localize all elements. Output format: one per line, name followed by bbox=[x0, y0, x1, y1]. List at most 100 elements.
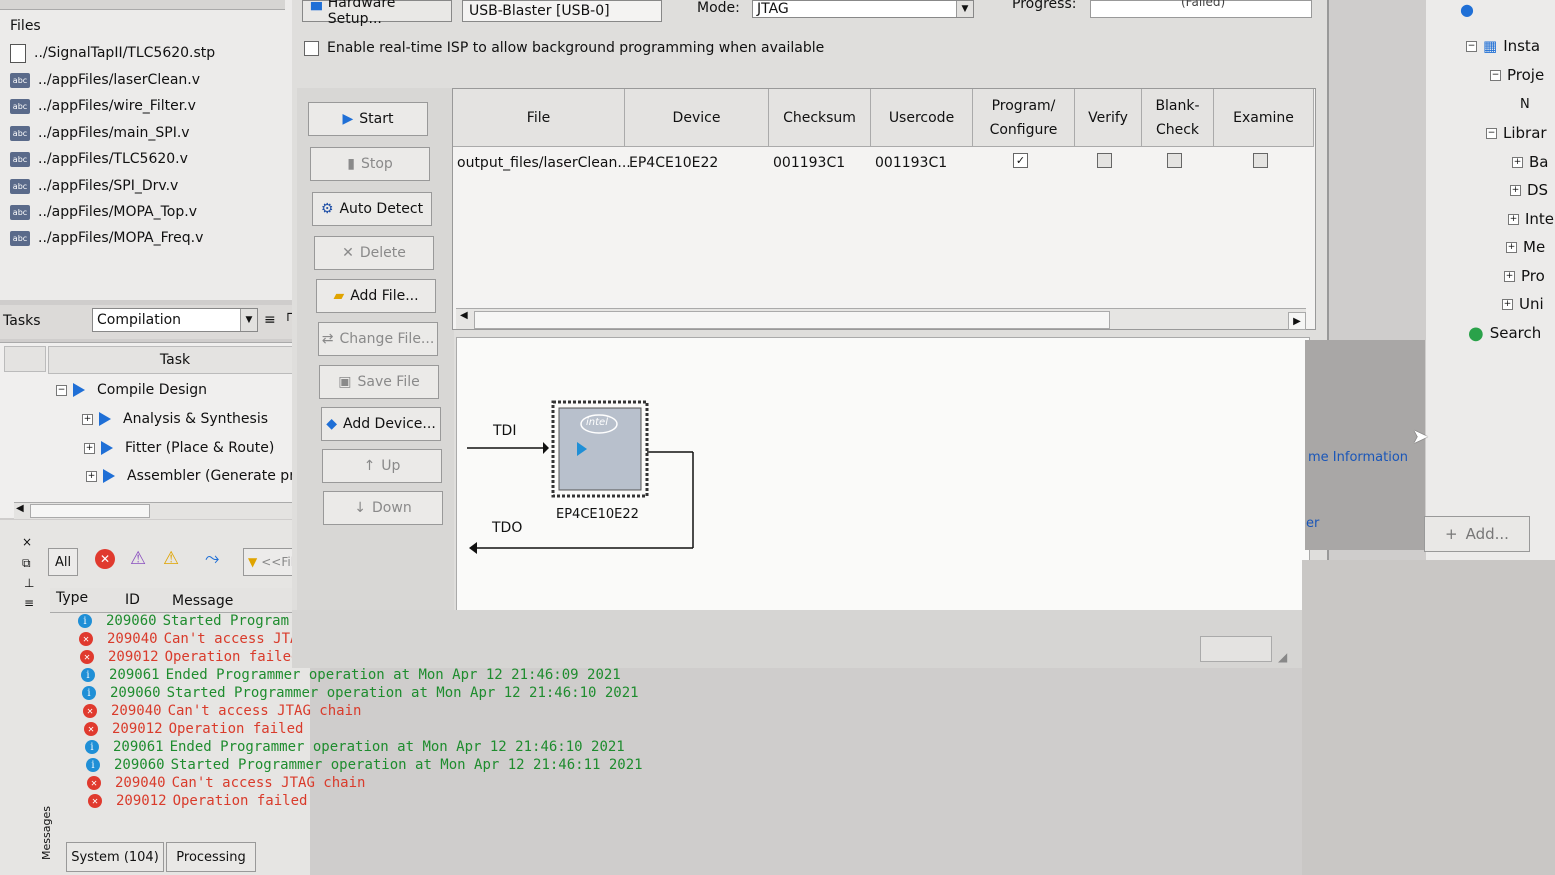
device-column-header[interactable]: Device bbox=[625, 89, 769, 147]
add-ip-button[interactable]: + Add... bbox=[1424, 516, 1530, 552]
collapse-icon[interactable]: − bbox=[56, 384, 67, 396]
message-line[interactable]: ✕ 209012 Operation failed bbox=[84, 720, 748, 738]
tree-item-dsp[interactable]: + DS bbox=[1510, 177, 1548, 203]
isp-checkbox[interactable] bbox=[304, 40, 319, 56]
tree-item-memory[interactable]: + Me bbox=[1506, 234, 1545, 260]
task-column-header[interactable]: Task bbox=[48, 346, 302, 374]
expand-icon[interactable]: + bbox=[1502, 298, 1513, 310]
tab-processing[interactable]: Processing bbox=[166, 842, 256, 872]
tree-item-library[interactable]: − Librar bbox=[1486, 120, 1547, 146]
secondary-link[interactable]: er bbox=[1306, 516, 1319, 531]
isp-option[interactable]: Enable real-time ISP to allow background… bbox=[304, 40, 824, 56]
expand-icon[interactable]: + bbox=[1506, 241, 1517, 253]
save-file-button[interactable]: ▣ Save File bbox=[319, 365, 439, 399]
type-column-header[interactable]: Type bbox=[56, 590, 88, 606]
pin-icon[interactable]: ⊥ bbox=[24, 576, 34, 590]
scroll-left-icon[interactable]: ◀ bbox=[16, 503, 24, 514]
start-button[interactable]: ▶ Start bbox=[308, 102, 428, 136]
file-item[interactable]: abc ../appFiles/laserClean.v bbox=[10, 67, 200, 93]
expand-icon[interactable]: + bbox=[1504, 270, 1515, 282]
play-icon[interactable] bbox=[103, 469, 115, 483]
file-column-header[interactable]: File bbox=[453, 89, 625, 147]
file-item[interactable]: abc ../appFiles/main_SPI.v bbox=[10, 120, 190, 146]
expand-icon[interactable]: + bbox=[1510, 184, 1521, 196]
expand-icon[interactable]: + bbox=[84, 442, 95, 454]
list-menu-icon[interactable]: ≡ bbox=[24, 596, 34, 610]
chevron-down-icon[interactable]: ▼ bbox=[956, 1, 973, 17]
tree-item-installed[interactable]: − ▦ Insta bbox=[1466, 33, 1540, 59]
message-line[interactable]: i 209061 Ended Programmer operation at Mon… bbox=[81, 666, 748, 684]
expand-icon[interactable]: + bbox=[1512, 156, 1523, 168]
message-line[interactable]: i 209060 Started Programmer operation at M… bbox=[86, 756, 748, 774]
filter-all-button[interactable]: All bbox=[48, 548, 78, 576]
add-file-button[interactable]: ▰ Add File... bbox=[316, 279, 436, 313]
row-usercode[interactable]: 001193C1 bbox=[875, 155, 947, 171]
play-icon[interactable] bbox=[99, 412, 111, 426]
message-line[interactable]: ✕ 209040 Can't access JTAG chain bbox=[83, 702, 748, 720]
task-row-assembler[interactable]: + Assembler (Generate progra bbox=[86, 462, 326, 490]
message-line[interactable]: ✕ 209012 Operation failed bbox=[88, 792, 748, 810]
tree-item-university[interactable]: + Uni bbox=[1502, 291, 1544, 317]
scroll-left-icon[interactable]: ◀ bbox=[460, 310, 468, 321]
verify-checkbox[interactable] bbox=[1097, 153, 1112, 168]
down-button[interactable]: ↓ Down bbox=[323, 491, 443, 525]
change-file-button[interactable]: ⇄ Change File... bbox=[318, 322, 438, 356]
delete-button[interactable]: ✕ Delete bbox=[314, 236, 434, 270]
information-link[interactable]: me Information bbox=[1308, 450, 1408, 465]
expand-icon[interactable]: + bbox=[1508, 213, 1519, 225]
program-configure-column-header[interactable]: Program/ Configure bbox=[973, 89, 1075, 147]
tree-item-none[interactable]: N bbox=[1520, 91, 1530, 117]
file-item[interactable]: abc ../appFiles/MOPA_Freq.v bbox=[10, 225, 203, 251]
file-item[interactable]: abc ../appFiles/MOPA_Top.v bbox=[10, 199, 197, 225]
row-file[interactable]: output_files/laserClean... bbox=[457, 155, 631, 171]
tab-system[interactable]: System (104) bbox=[66, 842, 164, 872]
task-row-analysis-synthesis[interactable]: + Analysis & Synthesis bbox=[82, 405, 268, 433]
play-icon[interactable] bbox=[101, 441, 113, 455]
blank-check-checkbox[interactable] bbox=[1167, 153, 1182, 168]
tree-item-basic[interactable]: + Ba bbox=[1512, 149, 1548, 175]
message-line[interactable]: ✕ 209040 Can't access JTAG chain bbox=[87, 774, 748, 792]
chip-device-label[interactable]: EP4CE10E22 bbox=[556, 507, 639, 522]
tree-item-interface[interactable]: + Inte bbox=[1508, 206, 1554, 232]
chevron-down-icon[interactable]: ▼ bbox=[240, 309, 257, 331]
mode-select[interactable]: JTAG ▼ bbox=[752, 0, 974, 18]
suppressed-filter-icon[interactable]: ⤳ bbox=[205, 548, 219, 569]
expand-icon[interactable]: + bbox=[82, 413, 93, 425]
float-icon[interactable]: ⧉ bbox=[22, 556, 31, 571]
scroll-right-icon[interactable]: ▶ bbox=[1288, 312, 1306, 330]
program-checkbox[interactable]: ✓ bbox=[1013, 153, 1028, 168]
message-column-header[interactable]: Message bbox=[172, 593, 233, 609]
list-menu-icon[interactable]: ≡ bbox=[264, 312, 276, 328]
row-checksum[interactable]: 001193C1 bbox=[773, 155, 845, 171]
blank-check-column-header[interactable]: Blank- Check bbox=[1142, 89, 1214, 147]
stop-button[interactable]: ▮ Stop bbox=[310, 147, 430, 181]
tasks-scroll-thumb[interactable] bbox=[30, 504, 150, 518]
add-device-button[interactable]: ◆ Add Device... bbox=[321, 407, 441, 441]
close-icon[interactable]: × bbox=[22, 535, 32, 549]
message-line[interactable]: i 209061 Ended Programmer operation at Mon… bbox=[85, 738, 748, 756]
task-row-fitter[interactable]: + Fitter (Place & Route) bbox=[84, 434, 274, 462]
row-device[interactable]: EP4CE10E22 bbox=[629, 155, 718, 171]
up-button[interactable]: ↑ Up bbox=[322, 449, 442, 483]
auto-detect-button[interactable]: ⚙ Auto Detect bbox=[312, 192, 432, 226]
file-item[interactable]: abc ../appFiles/TLC5620.v bbox=[10, 146, 188, 172]
examine-column-header[interactable]: Examine bbox=[1214, 89, 1314, 147]
tree-item-search[interactable]: ● Search bbox=[1468, 320, 1541, 346]
expand-icon[interactable]: + bbox=[86, 470, 97, 482]
examine-checkbox[interactable] bbox=[1253, 153, 1268, 168]
id-column-header[interactable]: ID bbox=[125, 592, 140, 608]
file-item[interactable]: abc ../appFiles/wire_Filter.v bbox=[10, 93, 196, 119]
file-item[interactable]: ../SignalTapII/TLC5620.stp bbox=[10, 40, 215, 66]
task-row-compile-design[interactable]: − Compile Design bbox=[56, 376, 207, 404]
checksum-column-header[interactable]: Checksum bbox=[769, 89, 871, 147]
collapse-icon[interactable]: − bbox=[1490, 69, 1501, 81]
collapse-icon[interactable]: − bbox=[1466, 40, 1477, 52]
error-filter-icon[interactable]: ✕ bbox=[95, 549, 115, 569]
tree-item-processors[interactable]: + Pro bbox=[1504, 263, 1545, 289]
resize-grip-icon[interactable]: ◢ bbox=[1278, 650, 1287, 664]
search-icon[interactable]: ● bbox=[1460, 0, 1474, 19]
warning-filter-icon[interactable]: ⚠ bbox=[163, 548, 179, 569]
usercode-column-header[interactable]: Usercode bbox=[871, 89, 973, 147]
message-line[interactable]: i 209060 Started Programmer operation at M… bbox=[82, 684, 748, 702]
file-item[interactable]: abc ../appFiles/SPI_Drv.v bbox=[10, 173, 178, 199]
